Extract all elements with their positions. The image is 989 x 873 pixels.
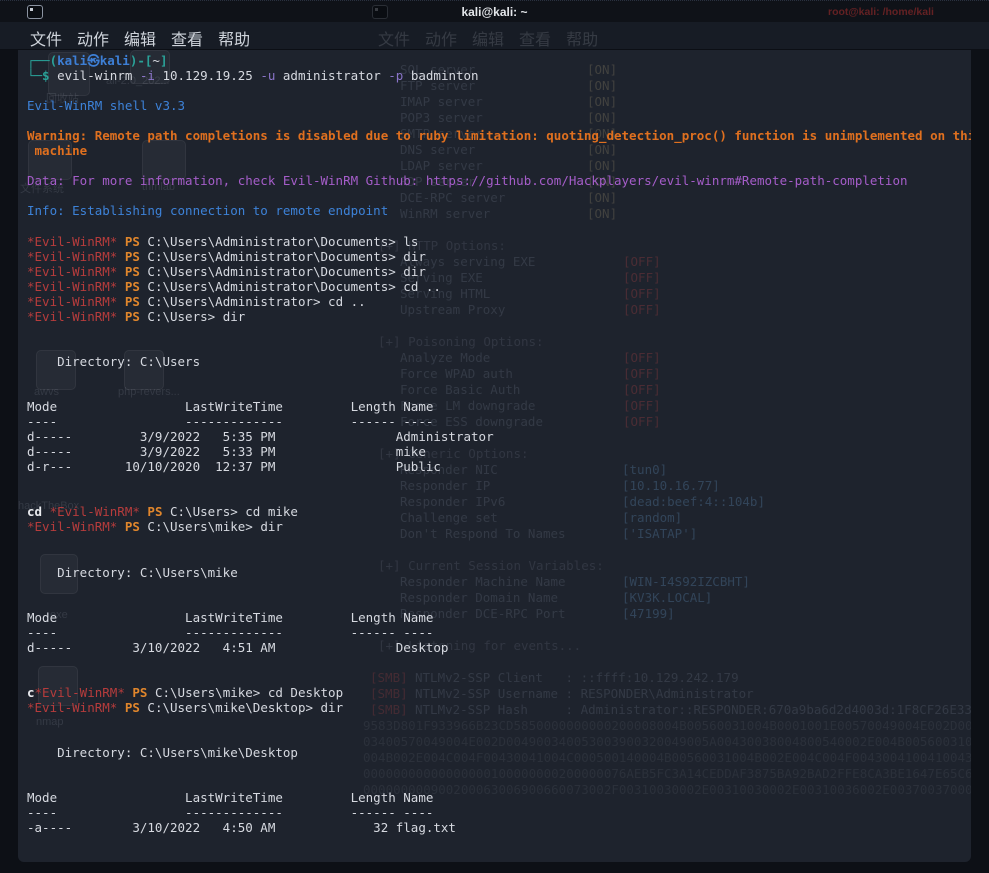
terminal-line: Mode LastWriteTime Length Name xyxy=(27,790,967,805)
terminal-line: Directory: C:\Users\mike\Desktop xyxy=(27,745,967,760)
terminal-line: ---- ------------- ------ ---- xyxy=(27,805,967,820)
menu-item-4[interactable]: 帮助 xyxy=(218,26,250,50)
terminal-line xyxy=(27,188,967,203)
terminal-line xyxy=(27,474,967,489)
terminal-line: *Evil-WinRM* PS C:\Users\mike\Desktop> d… xyxy=(27,700,967,715)
menu-item-0: 文件 xyxy=(378,26,410,50)
terminal-line: machine xyxy=(27,143,967,158)
terminal-line: Warning: Remote path completions is disa… xyxy=(27,128,967,143)
menu-item-2: 编辑 xyxy=(472,26,504,50)
terminal-line: ---- ------------- ------ ---- xyxy=(27,414,967,429)
terminal-line xyxy=(27,324,967,339)
menu-item-0[interactable]: 文件 xyxy=(30,26,62,50)
terminal-line xyxy=(27,670,967,685)
menu-item-3: 查看 xyxy=(519,26,551,50)
terminal-line: *Evil-WinRM* PS C:\Users\mike> dir xyxy=(27,519,967,534)
menu-item-4: 帮助 xyxy=(566,26,598,50)
terminal-line: Evil-WinRM shell v3.3 xyxy=(27,98,967,113)
terminal-line xyxy=(27,775,967,790)
terminal-line: d----- 3/9/2022 5:35 PM Administrator xyxy=(27,429,967,444)
background-window-title: root@kali: /home/kali xyxy=(828,6,934,18)
terminal-line: d----- 3/9/2022 5:33 PM mike xyxy=(27,444,967,459)
terminal-line xyxy=(27,715,967,730)
terminal-line: *Evil-WinRM* PS C:\Users> dir xyxy=(27,309,967,324)
terminal-line: └─$ evil-winrm -i 10.129.19.25 -u admini… xyxy=(27,68,967,83)
desktop-screen: kali@kali: ~ root@kali: /home/kali 文件动作编… xyxy=(0,0,989,873)
terminal-line: d----- 3/10/2022 4:51 AM Desktop xyxy=(27,640,967,655)
terminal-line xyxy=(27,339,967,354)
terminal-line xyxy=(27,113,967,128)
terminal-line: Directory: C:\Users\mike xyxy=(27,565,967,580)
terminal-line xyxy=(27,219,967,234)
terminal-line xyxy=(27,369,967,384)
terminal-line: Data: For more information, check Evil-W… xyxy=(27,173,967,188)
terminal-line xyxy=(27,489,967,504)
terminal-titlebar[interactable]: kali@kali: ~ root@kali: /home/kali xyxy=(0,0,989,22)
terminal-line: Mode LastWriteTime Length Name xyxy=(27,399,967,414)
terminal-line xyxy=(27,595,967,610)
terminal-line: *Evil-WinRM* PS C:\Users\Administrator\D… xyxy=(27,264,967,279)
menu-item-1[interactable]: 动作 xyxy=(77,26,109,50)
terminal-line xyxy=(27,550,967,565)
terminal-line xyxy=(27,760,967,775)
terminal-window[interactable]: SQL server[ON]FTP server[ON]IMAP server[… xyxy=(18,50,971,862)
terminal-line: -a---- 3/10/2022 4:50 AM 32 flag.txt xyxy=(27,820,967,835)
terminal-line xyxy=(27,730,967,745)
terminal-line: d-r--- 10/10/2020 12:37 PM Public xyxy=(27,459,967,474)
menu-item-1: 动作 xyxy=(425,26,457,50)
terminal-line: Directory: C:\Users xyxy=(27,354,967,369)
terminal-line: Info: Establishing connection to remote … xyxy=(27,203,967,218)
terminal-line xyxy=(27,535,967,550)
terminal-line xyxy=(27,83,967,98)
menu-item-2[interactable]: 编辑 xyxy=(124,26,156,50)
terminal-line: *Evil-WinRM* PS C:\Users\Administrator\D… xyxy=(27,234,967,249)
terminal-line: ---- ------------- ------ ---- xyxy=(27,625,967,640)
terminal-menubar: 文件动作编辑查看帮助 文件动作编辑查看帮助 xyxy=(0,22,989,50)
terminal-line xyxy=(27,384,967,399)
terminal-line: ┌──(kali㉿kali)-[~] xyxy=(27,53,967,68)
terminal-line: *Evil-WinRM* PS C:\Users\Administrator\D… xyxy=(27,279,967,294)
menu-bg: 文件动作编辑查看帮助 xyxy=(378,26,598,50)
terminal-line: c*Evil-WinRM* PS C:\Users\mike> cd Deskt… xyxy=(27,685,967,700)
menu-fg: 文件动作编辑查看帮助 xyxy=(30,26,250,50)
terminal-line xyxy=(27,580,967,595)
terminal-line: *Evil-WinRM* PS C:\Users\Administrator> … xyxy=(27,294,967,309)
terminal-line: *Evil-WinRM* PS C:\Users\Administrator\D… xyxy=(27,249,967,264)
terminal-line xyxy=(27,655,967,670)
terminal-line: Mode LastWriteTime Length Name xyxy=(27,610,967,625)
terminal-line: cd *Evil-WinRM* PS C:\Users> cd mike xyxy=(27,504,967,519)
terminal-output: ┌──(kali㉿kali)-[~]└─$ evil-winrm -i 10.1… xyxy=(27,53,967,835)
menu-item-3[interactable]: 查看 xyxy=(171,26,203,50)
terminal-line xyxy=(27,158,967,173)
